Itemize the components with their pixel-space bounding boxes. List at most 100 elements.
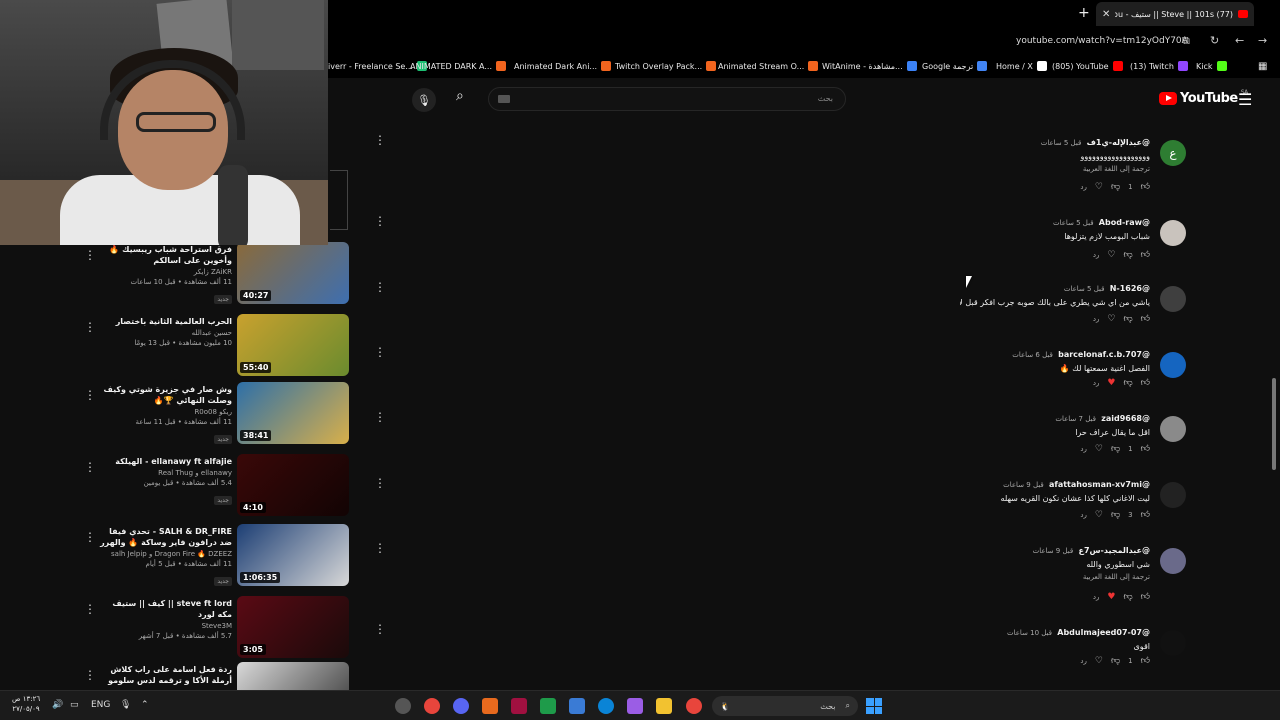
- app-icon-chrome-alt[interactable]: [686, 698, 702, 714]
- comment-author[interactable]: @عبدالمجيد-س7ع: [1078, 546, 1150, 555]
- like-icon[interactable]: 👍︎: [1141, 510, 1150, 520]
- taskbar-search[interactable]: ⌕ بحث 🐧: [712, 696, 858, 716]
- search-icon[interactable]: ⌕: [456, 88, 480, 112]
- comment-more-options-icon[interactable]: ⋮: [374, 133, 386, 147]
- back-icon[interactable]: ←: [1235, 34, 1244, 47]
- comment-author[interactable]: @N-1626: [1110, 284, 1150, 293]
- avatar[interactable]: [1160, 220, 1186, 246]
- start-button[interactable]: [866, 698, 882, 714]
- recommendation-channel[interactable]: ZAiKR زايكر: [96, 268, 232, 276]
- dislike-icon[interactable]: 👎︎: [1123, 378, 1132, 388]
- like-icon[interactable]: 👍︎: [1141, 592, 1150, 602]
- recommendation-thumbnail[interactable]: 4:10: [237, 454, 349, 516]
- recommendation-thumbnail[interactable]: 1:06:35: [237, 524, 349, 586]
- app-icon-chrome[interactable]: [424, 698, 440, 714]
- recommendation-thumbnail[interactable]: 55:40: [237, 314, 349, 376]
- tab-actions-icon[interactable]: ⧉: [1182, 34, 1190, 48]
- recommendation-channel[interactable]: Steve3M: [96, 622, 232, 630]
- dislike-icon[interactable]: 👎︎: [1123, 592, 1132, 602]
- app-icon-vlc[interactable]: [482, 698, 498, 714]
- avatar[interactable]: [1160, 286, 1186, 312]
- reply-button[interactable]: رد: [1080, 183, 1087, 191]
- avatar[interactable]: [1160, 548, 1186, 574]
- recommendation-thumbnail[interactable]: 40:27: [237, 242, 349, 304]
- comment-author[interactable]: @Abdulmajeed07-07: [1057, 628, 1150, 637]
- recommendation-channel[interactable]: ellanawy و Real Thug: [96, 469, 232, 477]
- avatar[interactable]: [1160, 416, 1186, 442]
- reply-button[interactable]: رد: [1093, 251, 1100, 259]
- recommendation-item[interactable]: ⋮ فرق استراحة شباب ريبسيك 🔥 وأخوين على ا…: [70, 242, 360, 306]
- heart-icon[interactable]: ♡: [1107, 314, 1115, 324]
- dislike-icon[interactable]: 👎︎: [1111, 444, 1120, 454]
- comment-time[interactable]: قبل 6 ساعات: [1012, 351, 1053, 359]
- avatar[interactable]: ع: [1160, 140, 1186, 166]
- comment-time[interactable]: قبل 7 ساعات: [1055, 415, 1096, 423]
- recommendation-title[interactable]: وش صار في جزيرة شوتي وكيف وصلت النهائي 🏆…: [96, 384, 232, 406]
- comment-more-options-icon[interactable]: ⋮: [374, 280, 386, 294]
- chevron-up-icon[interactable]: ⌃: [141, 700, 149, 710]
- comment-author[interactable]: @Abod-raw: [1099, 218, 1150, 227]
- keyboard-icon[interactable]: [498, 95, 510, 103]
- page-scrollbar[interactable]: [1270, 86, 1278, 686]
- like-icon[interactable]: 👍︎: [1141, 250, 1150, 260]
- comment-time[interactable]: قبل 9 ساعات: [1033, 547, 1074, 555]
- app-icon-app[interactable]: [511, 698, 527, 714]
- translate-link[interactable]: ترجمة إلى اللغة العربية: [960, 573, 1150, 581]
- network-icon[interactable]: ▭: [70, 700, 79, 710]
- more-options-icon[interactable]: ⋮: [84, 602, 96, 616]
- comment-more-options-icon[interactable]: ⋮: [374, 214, 386, 228]
- recommendation-title[interactable]: ellanawy ft alfajie - الهيلكة: [96, 456, 232, 467]
- taskbar-clock[interactable]: ١٣:٢٦ ص ٢٧/٠٥/٠٩: [12, 694, 40, 714]
- comment-time[interactable]: قبل 5 ساعات: [1041, 139, 1082, 147]
- avatar[interactable]: [1160, 630, 1186, 656]
- dislike-icon[interactable]: 👎︎: [1123, 250, 1132, 260]
- more-options-icon[interactable]: ⋮: [84, 248, 96, 262]
- hamburger-menu-icon[interactable]: ☰: [1238, 90, 1252, 109]
- youtube-logo[interactable]: YouTube SA: [1159, 89, 1248, 106]
- scrollbar-thumb[interactable]: [1272, 378, 1276, 470]
- like-icon[interactable]: 👍︎: [1141, 378, 1150, 388]
- bookmark-item[interactable]: (13) Twitch: [1130, 61, 1188, 71]
- bookmark-item[interactable]: Home / X: [996, 61, 1047, 71]
- heart-icon[interactable]: ♡: [1095, 182, 1103, 192]
- comment-author[interactable]: @barcelonaf.c.b.707: [1058, 350, 1150, 359]
- reply-button[interactable]: رد: [1093, 593, 1100, 601]
- app-icon-copilot[interactable]: [627, 698, 643, 714]
- comment-time[interactable]: قبل 9 ساعات: [1003, 481, 1044, 489]
- recommendation-title[interactable]: الحرب العالمية الثانية باختصار: [96, 316, 232, 327]
- recommendation-item[interactable]: ⋮ steve ft lord || كيف || ستيف مكه لورد …: [70, 596, 360, 660]
- heart-icon[interactable]: ♡: [1095, 510, 1103, 520]
- comment-more-options-icon[interactable]: ⋮: [374, 622, 386, 636]
- recommendation-thumbnail[interactable]: 38:41: [237, 382, 349, 444]
- reply-button[interactable]: رد: [1080, 657, 1087, 665]
- app-icon-clock[interactable]: [395, 698, 411, 714]
- app-icon-discord[interactable]: [453, 698, 469, 714]
- app-icon-store[interactable]: [569, 698, 585, 714]
- like-icon[interactable]: 👍︎: [1141, 444, 1150, 454]
- volume-icon[interactable]: 🔊: [52, 700, 63, 710]
- comment-more-options-icon[interactable]: ⋮: [374, 541, 386, 555]
- comment-more-options-icon[interactable]: ⋮: [374, 345, 386, 359]
- more-options-icon[interactable]: ⋮: [84, 668, 96, 682]
- like-icon[interactable]: 👍︎: [1141, 314, 1150, 324]
- reply-button[interactable]: رد: [1093, 379, 1100, 387]
- more-options-icon[interactable]: ⋮: [84, 320, 96, 334]
- avatar[interactable]: [1160, 482, 1186, 508]
- forward-icon[interactable]: →: [1258, 34, 1267, 47]
- comment-author[interactable]: @zaid9668: [1101, 414, 1150, 423]
- heart-icon[interactable]: ♡: [1095, 444, 1103, 454]
- avatar[interactable]: [1160, 352, 1186, 378]
- heart-icon[interactable]: ♡: [1107, 250, 1115, 260]
- comment-time[interactable]: قبل 5 ساعات: [1064, 285, 1105, 293]
- bookmark-item[interactable]: Google ترجمة: [922, 61, 988, 71]
- recommendation-channel[interactable]: حسين عبدالله: [96, 329, 232, 337]
- comment-time[interactable]: قبل 10 ساعات: [1007, 629, 1052, 637]
- recommendation-channel[interactable]: Dragon Fire 🔥 DZEEZ و salh Jelpip: [96, 550, 232, 558]
- url-field[interactable]: youtube.com/watch?v=tm12yOdY70A: [1016, 36, 1188, 46]
- more-options-icon[interactable]: ⋮: [84, 460, 96, 474]
- language-indicator[interactable]: ENG: [91, 700, 110, 710]
- mic-tray-icon[interactable]: 🎙: [120, 700, 131, 710]
- tab-close-icon[interactable]: ✕: [1102, 9, 1110, 20]
- bookmark-item[interactable]: Kick: [1196, 61, 1227, 71]
- recommendation-channel[interactable]: ريكو R0o08: [96, 408, 232, 416]
